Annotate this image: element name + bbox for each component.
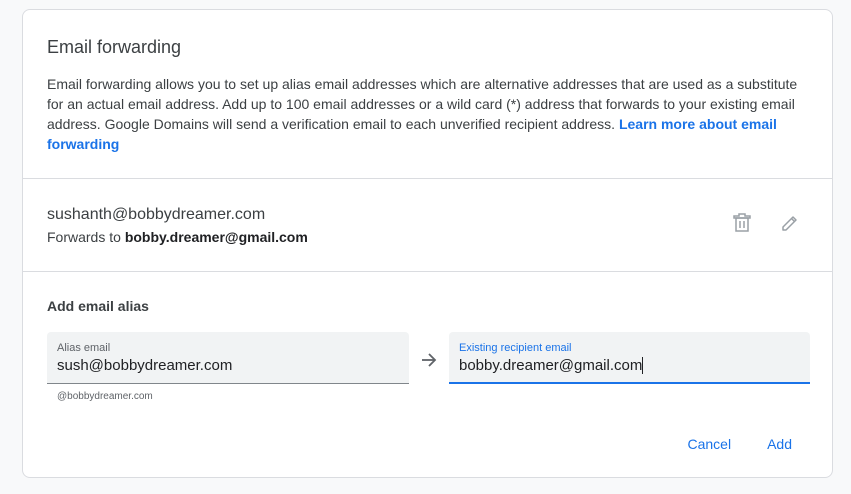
- alias-email-field[interactable]: Alias email: [47, 332, 409, 384]
- existing-alias-row: sushanth@bobbydreamer.com Forwards to bo…: [23, 179, 832, 272]
- cancel-button[interactable]: Cancel: [687, 435, 731, 453]
- form-actions: Cancel Add: [687, 435, 792, 453]
- alias-helper-text: @bobbydreamer.com: [57, 391, 153, 402]
- alias-email-label: Alias email: [57, 342, 111, 354]
- recipient-email-field[interactable]: Existing recipient email bobby.dreamer@g…: [449, 332, 810, 384]
- add-alias-section: Add email alias Alias email Existing rec…: [23, 272, 832, 452]
- alias-address: sushanth@bobbydreamer.com: [47, 206, 266, 223]
- page-title: Email forwarding: [47, 37, 182, 57]
- intro-section: Email forwarding Email forwarding allows…: [23, 10, 832, 179]
- forwards-label: Forwards to: [47, 229, 125, 245]
- text-caret: [642, 357, 644, 374]
- delete-alias-button[interactable]: [730, 211, 754, 235]
- alias-email-input[interactable]: [57, 357, 399, 375]
- add-alias-title: Add email alias: [47, 298, 149, 314]
- edit-alias-button[interactable]: [778, 211, 802, 235]
- recipient-email-value: bobby.dreamer@gmail.com: [459, 357, 643, 374]
- arrow-right-icon: [422, 353, 437, 367]
- pencil-icon: [782, 216, 797, 231]
- recipient-email-input[interactable]: bobby.dreamer@gmail.com: [459, 357, 800, 375]
- recipient-email-label: Existing recipient email: [459, 342, 572, 354]
- add-button[interactable]: Add: [767, 435, 792, 453]
- description: Email forwarding allows you to set up al…: [47, 74, 807, 154]
- forwards-target: bobby.dreamer@gmail.com: [124, 229, 308, 245]
- forwards-to-text: Forwards to bobby.dreamer@gmail.com: [47, 227, 808, 247]
- trash-icon: [733, 213, 751, 232]
- email-forwarding-card: Email forwarding Email forwarding allows…: [22, 9, 833, 478]
